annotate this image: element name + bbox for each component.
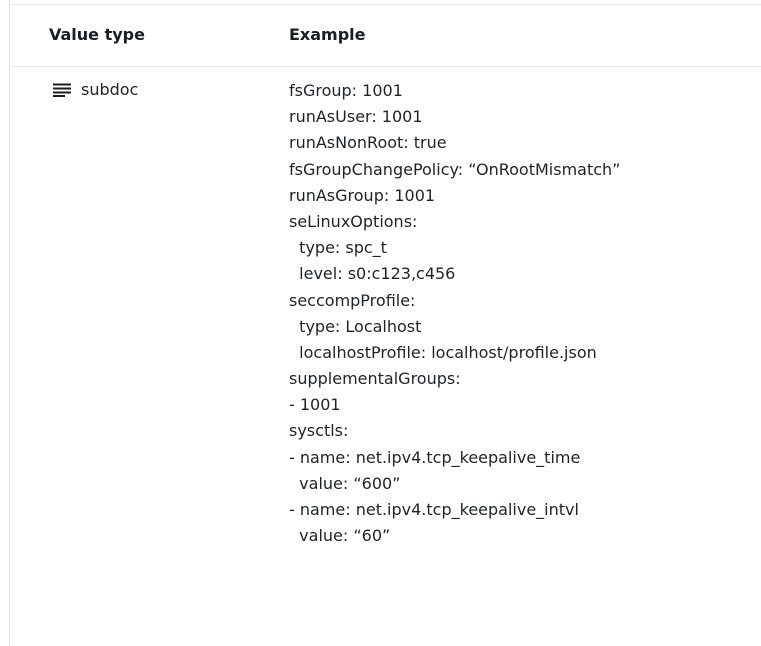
example-line: fsGroup: 1001 bbox=[289, 81, 403, 100]
subdoc-lines-icon bbox=[52, 83, 72, 97]
example-line: value: “600” bbox=[289, 473, 401, 493]
example-line: localhostProfile: localhost/profile.json bbox=[289, 342, 597, 362]
header-example: Example bbox=[289, 25, 366, 44]
example-cell: fsGroup: 1001 runAsUser: 1001 runAsNonRoot… bbox=[289, 78, 754, 549]
example-line: runAsNonRoot: true bbox=[289, 133, 447, 153]
example-line: - 1001 bbox=[289, 395, 341, 415]
example-line: supplementalGroups: bbox=[289, 369, 461, 389]
example-line: type: spc_t bbox=[289, 238, 387, 258]
table-top-border bbox=[9, 4, 761, 5]
example-line: value: “60” bbox=[289, 526, 391, 546]
example-line: fsGroupChangePolicy: “OnRootMismatch” bbox=[289, 159, 621, 179]
example-line: sysctls: bbox=[289, 421, 349, 441]
header-divider bbox=[9, 66, 761, 67]
example-line: runAsGroup: 1001 bbox=[289, 185, 436, 205]
value-type-label: subdoc bbox=[81, 80, 139, 99]
header-value-type: Value type bbox=[49, 25, 145, 44]
example-line: type: Localhost bbox=[289, 316, 422, 336]
example-line: seLinuxOptions: bbox=[289, 211, 418, 231]
example-line: seccompProfile: bbox=[289, 290, 416, 310]
example-line: - name: net.ipv4.tcp_keepalive_time bbox=[289, 447, 581, 467]
value-type-cell: subdoc bbox=[52, 78, 138, 102]
options-table: Value type Example subdoc fsGroup: 1001 r… bbox=[0, 0, 761, 646]
example-line: runAsUser: 1001 bbox=[289, 107, 423, 127]
table-left-border bbox=[9, 0, 10, 646]
example-line: level: s0:c123,c456 bbox=[289, 264, 456, 284]
example-line: - name: net.ipv4.tcp_keepalive_intvl bbox=[289, 500, 579, 519]
